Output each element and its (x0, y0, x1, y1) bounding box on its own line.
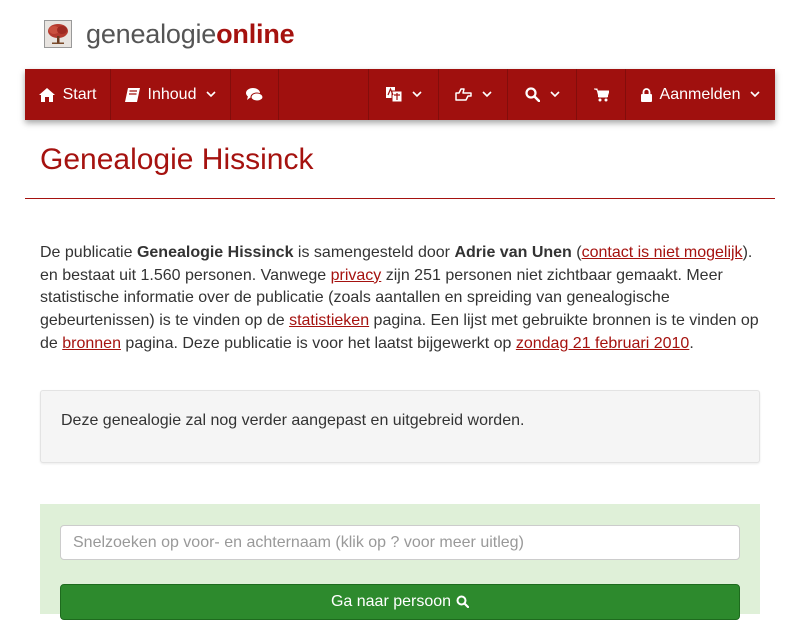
nav-start[interactable]: Start (25, 69, 111, 120)
intro-text: is samengesteld door (293, 244, 455, 261)
nav-search[interactable] (508, 69, 577, 120)
lock-icon (640, 87, 652, 102)
search-icon (456, 595, 470, 613)
notice-well: Deze genealogie zal nog verder aangepast… (40, 390, 760, 463)
search-icon (524, 87, 540, 102)
nav-login[interactable]: Aanmelden (626, 69, 775, 120)
last-updated-link[interactable]: zondag 21 februari 2010 (516, 335, 689, 352)
brand-name-part1: genealogie (86, 19, 217, 49)
privacy-link[interactable]: privacy (331, 267, 382, 284)
nav-inhoud-label: Inhoud (147, 85, 197, 103)
go-to-person-label: Ga naar persoon (330, 593, 452, 610)
brand-name-part2: online (216, 19, 295, 49)
comments-icon (246, 87, 263, 102)
statistics-link[interactable]: statistieken (289, 312, 369, 329)
home-icon (38, 87, 55, 102)
intro-text: . (689, 334, 694, 352)
chevron-down-icon (549, 91, 560, 98)
nav-start-label: Start (62, 85, 97, 103)
page-title-section: Genealogie Hissinck (25, 120, 775, 199)
chevron-down-icon (411, 91, 422, 98)
nav-language[interactable] (369, 69, 439, 120)
nav-shop[interactable] (577, 69, 626, 120)
site-header: genealogieonline (0, 0, 800, 69)
navbar-spacer (279, 69, 369, 120)
chevron-down-icon (206, 91, 217, 98)
site-logo[interactable]: genealogieonline (44, 18, 295, 50)
nav-login-label: Aanmelden (659, 85, 741, 103)
quick-search-input[interactable] (60, 525, 740, 560)
nav-forum[interactable] (231, 69, 279, 120)
chevron-down-icon (481, 91, 492, 98)
publication-intro: De publicatie Genealogie Hissinck is sam… (40, 242, 765, 356)
intro-text: pagina. Deze publicatie is voor het laat… (120, 334, 516, 352)
author-name: Adrie van Unen (454, 244, 572, 261)
go-to-person-button[interactable]: Ga naar persoon (60, 584, 740, 620)
translate-icon (385, 87, 402, 102)
shopping-cart-icon (593, 88, 609, 102)
chevron-down-icon (750, 91, 761, 98)
intro-text: ( (571, 244, 582, 261)
page-title: Genealogie Hissinck (40, 143, 314, 176)
nav-participate[interactable] (439, 69, 508, 120)
quick-search-panel: Ga naar persoon (40, 504, 760, 620)
tree-logo-icon (44, 20, 72, 48)
notice-text: Deze genealogie zal nog verder aangepast… (61, 412, 525, 429)
publication-name: Genealogie Hissinck (136, 244, 294, 261)
main-navbar: Start Inhoud Aanmelden (25, 69, 775, 120)
contact-link[interactable]: contact is niet mogelijk (582, 244, 743, 261)
brand-name: genealogieonline (86, 18, 295, 50)
intro-text: De publicatie (40, 244, 137, 261)
hand-point-icon (454, 88, 472, 101)
book-icon (124, 87, 140, 102)
nav-inhoud[interactable]: Inhoud (111, 69, 231, 120)
sources-link[interactable]: bronnen (62, 335, 121, 352)
